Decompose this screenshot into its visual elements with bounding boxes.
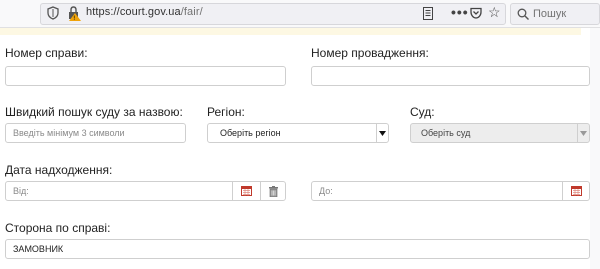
date-to-input[interactable]: До: [311,181,590,201]
region-label: Регіон: [207,105,245,119]
lock-icon[interactable]: ! [67,5,81,21]
region-select[interactable]: Оберіть регіон [207,123,389,143]
search-icon [517,8,529,20]
court-search-label: Швидкий пошук суду за назвою: [5,105,183,119]
url-path: /fair/ [180,6,203,18]
chevron-down-icon[interactable] [376,124,388,142]
case-number-label: Номер справи: [5,46,88,60]
party-value: ЗАМОВНИК [13,244,64,254]
page-scrollbar[interactable] [590,28,600,269]
chevron-down-icon[interactable] [577,124,589,142]
shield-icon[interactable] [47,6,59,20]
party-label: Сторона по справі: [5,221,111,235]
case-number-input[interactable] [5,66,286,86]
receipt-date-label: Дата надходження: [5,163,113,177]
date-from-placeholder: Від: [13,186,29,196]
bookmark-star-icon[interactable]: ☆ [488,4,501,21]
browser-toolbar: ! https://court.gov.ua/fair/ ••• ☆ Пошук [0,0,600,28]
court-search-placeholder: Введіть мінімум 3 символи [13,128,125,138]
more-icon[interactable]: ••• [451,4,469,20]
calendar-icon[interactable] [562,182,590,200]
clear-date-trash-icon[interactable] [260,182,286,200]
notice-bar [0,28,581,35]
proceeding-number-label: Номер провадження: [311,46,429,60]
search-placeholder: Пошук [533,8,567,20]
court-label: Суд: [410,105,435,119]
url-text[interactable]: https://court.gov.ua/fair/ [86,6,203,18]
court-selected: Оберіть суд [421,128,471,138]
proceeding-number-input[interactable] [311,66,590,86]
date-from-input[interactable]: Від: [5,181,286,201]
svg-text:!: ! [73,15,75,21]
search-bar[interactable]: Пошук [510,3,600,25]
region-selected: Оберіть регіон [220,128,281,138]
url-domain: https://court.gov.ua [86,6,181,18]
pocket-icon[interactable] [470,7,482,19]
court-search-input[interactable]: Введіть мінімум 3 символи [5,123,186,143]
reader-view-icon[interactable] [423,7,433,20]
court-select[interactable]: Оберіть суд [410,123,590,143]
calendar-icon[interactable] [232,182,260,200]
party-input[interactable]: ЗАМОВНИК [5,239,590,259]
date-to-placeholder: До: [319,186,333,196]
